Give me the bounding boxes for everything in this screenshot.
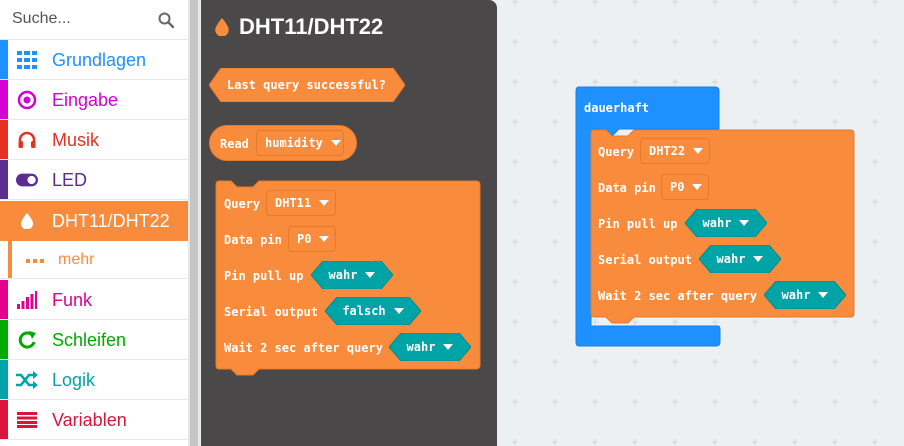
block-label: Read — [220, 137, 249, 151]
category-stripe — [0, 80, 8, 119]
dropdown-value: DHT11 — [275, 196, 312, 210]
category-stripe — [0, 320, 8, 359]
bool-value: wahr — [781, 288, 811, 302]
category-label: Eingabe — [52, 90, 119, 110]
toolbox: Suche... Grundlagen Eingabe Musik LED DH… — [0, 0, 188, 446]
chevron-down-icon — [365, 272, 376, 278]
category-label: Funk — [52, 290, 93, 310]
wait-bool[interactable]: wahr — [764, 282, 846, 308]
chevron-down-icon — [319, 236, 330, 242]
flyout-header: DHT11/DHT22 — [215, 14, 383, 40]
drop-icon — [16, 211, 38, 231]
bool-value: falsch — [342, 304, 386, 318]
category-label: Variablen — [52, 410, 127, 430]
target-icon — [16, 90, 38, 110]
drop-icon — [215, 18, 229, 36]
shuffle-icon — [16, 370, 38, 390]
humidity-dropdown[interactable]: humidity — [256, 130, 344, 156]
category-label: LED — [52, 170, 88, 190]
block-label: Data pin — [224, 233, 282, 247]
wait-bool[interactable]: wahr — [389, 334, 471, 360]
category-stripe — [0, 280, 8, 319]
forever-label: dauerhaft — [584, 101, 650, 115]
search-icon[interactable] — [158, 12, 174, 28]
chevron-down-icon — [753, 256, 764, 262]
category-stripe — [0, 160, 8, 199]
category-stripe — [0, 360, 8, 399]
more-dots-icon — [24, 251, 46, 271]
headphones-icon — [16, 130, 38, 150]
block-label: Wait 2 sec after query — [598, 289, 757, 303]
grid-icon — [16, 50, 38, 70]
category-dht[interactable]: DHT11/DHT22 — [0, 201, 188, 241]
chevron-down-icon — [443, 344, 454, 350]
bool-value: wahr — [702, 216, 732, 230]
pull-up-bool[interactable]: wahr — [685, 210, 767, 236]
category-led[interactable]: LED — [0, 160, 188, 200]
toggle-icon — [16, 170, 38, 190]
category-label: DHT11/DHT22 — [52, 211, 170, 231]
block-label: Query — [224, 197, 261, 211]
block-label: Wait 2 sec after query — [224, 341, 383, 355]
data-pin-dropdown[interactable]: P0 — [288, 226, 336, 252]
category-stripe — [0, 40, 8, 79]
chevron-down-icon — [692, 184, 703, 190]
dropdown-value: humidity — [265, 136, 323, 150]
dropdown-value: P0 — [297, 232, 312, 246]
serial-output-bool[interactable]: falsch — [325, 298, 421, 324]
signal-icon — [16, 290, 38, 310]
bool-value: wahr — [328, 268, 358, 282]
list-icon — [16, 410, 38, 430]
block-label: Data pin — [598, 181, 656, 195]
chevron-down-icon — [330, 140, 341, 146]
dropdown-value: P0 — [670, 180, 685, 194]
chevron-down-icon — [319, 200, 330, 206]
category-schleifen[interactable]: Schleifen — [0, 320, 188, 360]
data-pin-dropdown[interactable]: P0 — [661, 174, 709, 200]
chevron-down-icon — [393, 308, 404, 314]
bool-value: wahr — [406, 340, 436, 354]
refresh-icon — [16, 330, 38, 350]
dropdown-value: DHT22 — [649, 144, 686, 158]
chevron-down-icon — [818, 292, 829, 298]
category-stripe — [0, 120, 8, 159]
chevron-down-icon — [693, 148, 704, 154]
block-label: Serial output — [224, 305, 318, 319]
category-label: Schleifen — [52, 330, 127, 350]
query-type-dropdown[interactable]: DHT11 — [266, 190, 336, 216]
category-logik[interactable]: Logik — [0, 360, 188, 400]
category-eingabe[interactable]: Eingabe — [0, 80, 188, 120]
category-variablen[interactable]: Variablen — [0, 400, 188, 440]
serial-output-bool[interactable]: wahr — [699, 246, 781, 272]
query-type-dropdown[interactable]: DHT22 — [640, 138, 710, 164]
block-label: Serial output — [598, 253, 692, 267]
block-label: Query — [598, 145, 635, 159]
category-funk[interactable]: Funk — [0, 280, 188, 320]
toolbox-scrollbar-thumb[interactable] — [190, 0, 198, 446]
block-label: Pin pull up — [598, 217, 678, 231]
bool-value: wahr — [716, 252, 746, 266]
flyout-title: DHT11/DHT22 — [239, 14, 384, 39]
search-input[interactable]: Suche... — [12, 10, 71, 28]
block-label: Pin pull up — [224, 269, 304, 283]
category-stripe — [0, 400, 8, 439]
category-dht-more[interactable]: mehr — [0, 241, 188, 279]
pull-up-bool[interactable]: wahr — [311, 262, 393, 288]
category-label: Grundlagen — [52, 50, 147, 70]
category-label: mehr — [58, 251, 95, 268]
search-box[interactable]: Suche... — [0, 0, 188, 40]
category-label: Logik — [52, 370, 96, 390]
category-grundlagen[interactable]: Grundlagen — [0, 40, 188, 80]
category-label: Musik — [52, 130, 100, 150]
block-label: Last query successful? — [227, 78, 386, 92]
category-stripe — [8, 241, 12, 278]
category-musik[interactable]: Musik — [0, 120, 188, 160]
chevron-down-icon — [739, 220, 750, 226]
